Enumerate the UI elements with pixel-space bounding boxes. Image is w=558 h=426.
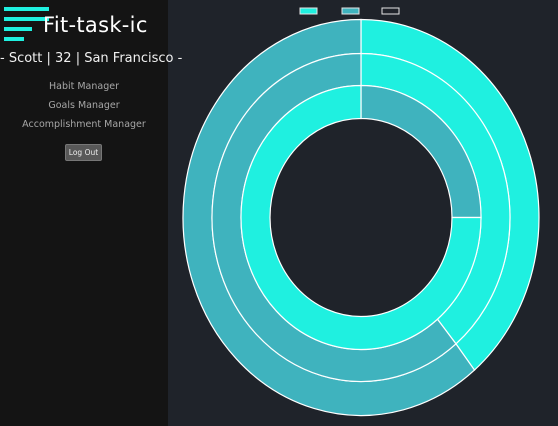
app-root: Fit-task-ic - Scott | 32 | San Francisco…	[0, 0, 558, 426]
nav-goals-manager[interactable]: Goals Manager	[0, 100, 168, 111]
chart-area	[168, 0, 558, 426]
sidebar: Fit-task-ic - Scott | 32 | San Francisco…	[0, 0, 183, 426]
legend-swatch-2	[341, 7, 360, 15]
doughnut-chart	[182, 7, 540, 417]
logout-button[interactable]: Log Out	[65, 144, 102, 161]
legend-swatch-3	[381, 7, 400, 15]
nav-accomplishment-manager[interactable]: Accomplishment Manager	[0, 119, 168, 130]
user-profile-summary: - Scott | 32 | San Francisco -	[0, 51, 183, 66]
legend-swatch-1	[299, 7, 318, 15]
legend-item-1[interactable]	[299, 7, 318, 15]
nav-habit-manager[interactable]: Habit Manager	[0, 81, 168, 92]
app-title: Fit-task-ic	[43, 13, 148, 37]
legend-item-3[interactable]	[381, 7, 400, 15]
legend-item-2[interactable]	[341, 7, 360, 15]
